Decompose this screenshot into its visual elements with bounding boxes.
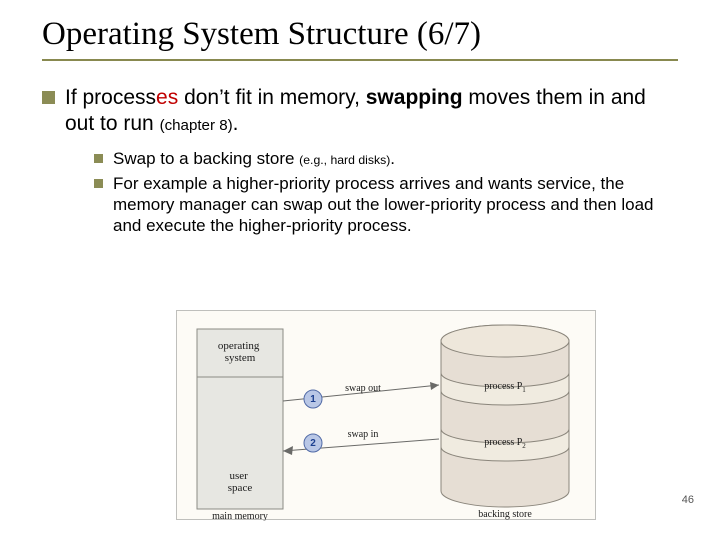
- bullet-level2: For example a higher-priority process ar…: [94, 173, 678, 237]
- bullet-frag: .: [390, 149, 395, 168]
- bullet-text: For example a higher-priority process ar…: [113, 173, 678, 237]
- slide: Operating System Structure (6/7) If proc…: [0, 0, 720, 540]
- bullet-text: If processes don’t fit in memory, swappi…: [65, 85, 678, 138]
- bullet-level1: If processes don’t fit in memory, swappi…: [42, 85, 678, 138]
- bullet-marker-icon: [94, 154, 103, 163]
- swap-in-label: swap in: [348, 429, 379, 440]
- cylinder-top-face: [441, 325, 569, 357]
- swap-out-label: swap out: [345, 383, 381, 394]
- bullet-marker-icon: [94, 179, 103, 188]
- arrowhead-icon: [430, 382, 439, 390]
- bullet-frag: If process: [65, 86, 156, 109]
- user-space-label: user space: [228, 470, 253, 494]
- swapping-diagram: operating system user space main memory …: [176, 310, 596, 520]
- bullet-frag-bold: swapping: [366, 86, 463, 109]
- bullet-frag-small: (e.g., hard disks): [299, 153, 390, 167]
- bullet-text: Swap to a backing store (e.g., hard disk…: [113, 148, 395, 169]
- main-memory-label: main memory: [212, 511, 268, 521]
- bullet-frag-small: (chapter 8): [160, 117, 233, 134]
- bullet-marker-icon: [42, 91, 55, 104]
- title-underline: [42, 59, 678, 61]
- bullet-frag: .: [233, 112, 239, 135]
- step-2-num: 2: [310, 438, 316, 449]
- arrowhead-icon: [283, 446, 293, 455]
- page-number: 46: [682, 494, 694, 506]
- bullet-frag: don’t fit in memory,: [178, 86, 366, 109]
- diagram-svg: operating system user space main memory …: [177, 311, 597, 521]
- slide-title: Operating System Structure (6/7): [42, 16, 678, 53]
- cylinder-body: [441, 341, 569, 507]
- step-1-num: 1: [310, 394, 316, 405]
- bullet-frag: Swap to a backing store: [113, 149, 299, 168]
- bullet-level2: Swap to a backing store (e.g., hard disk…: [94, 148, 678, 169]
- backing-store-label: backing store: [478, 509, 532, 520]
- bullet-frag-red: es: [156, 86, 178, 109]
